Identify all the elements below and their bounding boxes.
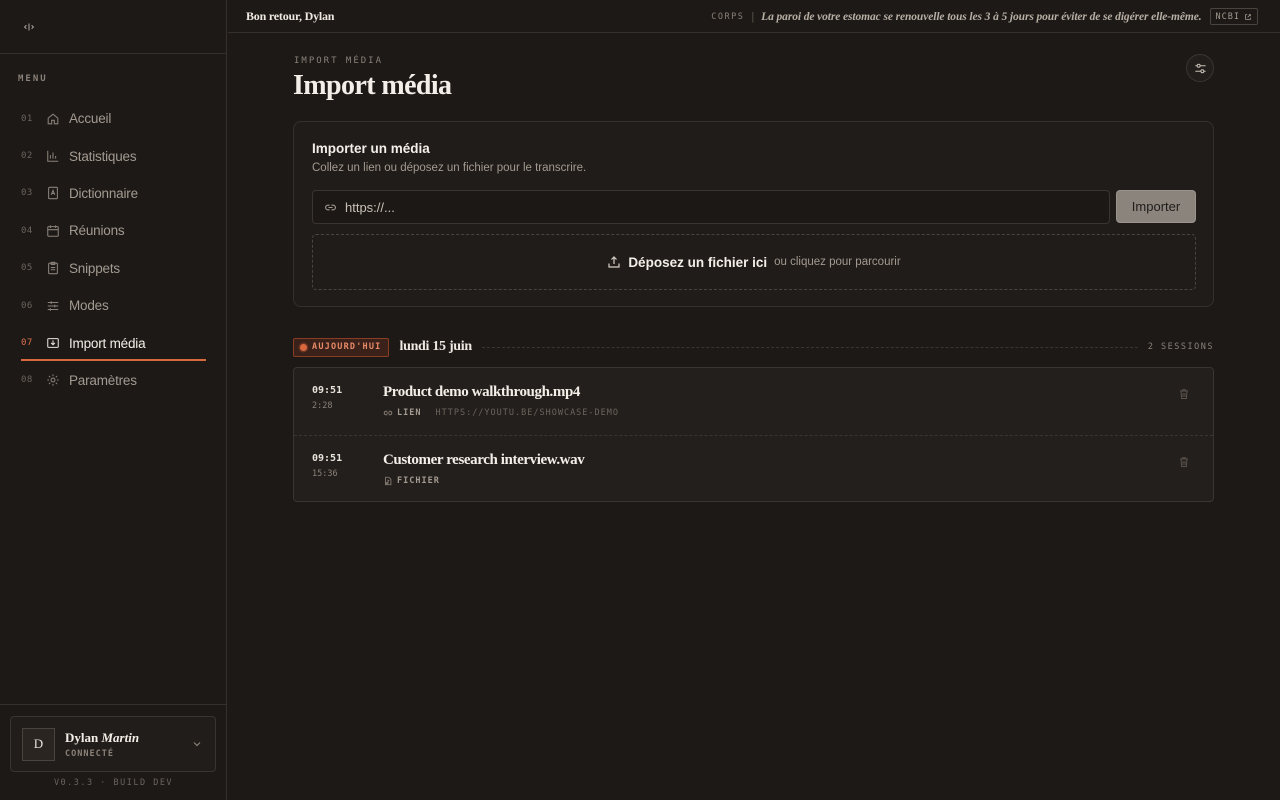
import-icon bbox=[46, 336, 60, 350]
sidebar-footer: D Dylan Martin CONNECTÉ V0.3.3 · BUILD D… bbox=[0, 704, 227, 800]
user-name: Dylan Martin bbox=[65, 730, 139, 746]
nav-number: 01 bbox=[21, 113, 33, 124]
sidebar-header bbox=[0, 0, 226, 54]
upload-icon bbox=[608, 256, 620, 268]
nav-number: 06 bbox=[21, 300, 33, 311]
book-icon bbox=[46, 186, 60, 200]
session-time: 09:51 bbox=[312, 385, 343, 396]
dropzone-hint: ou cliquez pour parcourir bbox=[774, 256, 901, 268]
session-row[interactable]: 09:51 15:36 Customer research interview.… bbox=[294, 435, 1213, 501]
nav-number: 03 bbox=[21, 188, 33, 199]
url-field bbox=[312, 190, 1110, 224]
app-version: V0.3.3 · BUILD DEV bbox=[53, 778, 174, 788]
sidebar-item-snippets[interactable]: 05 Snippets bbox=[0, 250, 227, 287]
session-meta: LIEN HTTPS://YOUTU.BE/SHOWCASE-DEMO bbox=[383, 408, 619, 418]
sidebar-item-accueil[interactable]: 01 Accueil bbox=[0, 100, 227, 137]
user-first-name: Dylan bbox=[65, 729, 99, 745]
session-list: 09:51 2:28 Product demo walkthrough.mp4 … bbox=[293, 367, 1214, 502]
sliders-icon bbox=[1194, 63, 1206, 73]
user-info: Dylan Martin CONNECTÉ bbox=[65, 730, 139, 759]
session-title: Customer research interview.wav bbox=[383, 452, 585, 468]
clipboard-icon bbox=[46, 261, 60, 275]
bar-chart-icon bbox=[46, 149, 60, 163]
external-link-icon bbox=[1245, 13, 1251, 20]
import-card: Importer un média Collez un lien ou dépo… bbox=[293, 121, 1214, 307]
sidebar-nav: 01 Accueil 02 Statistiques 03 Dictionnai… bbox=[0, 100, 227, 399]
fact-separator: | bbox=[751, 10, 755, 23]
sliders-icon bbox=[46, 299, 60, 313]
nav-number: 07 bbox=[21, 338, 33, 349]
user-status: CONNECTÉ bbox=[65, 748, 114, 759]
dropzone-label: Déposez un fichier ici bbox=[628, 254, 768, 270]
fact-source-link[interactable]: NCBI bbox=[1209, 8, 1258, 25]
chevron-down-icon bbox=[193, 742, 201, 747]
sidebar-item-label: Réunions bbox=[69, 223, 125, 239]
trash-icon[interactable] bbox=[1178, 388, 1190, 400]
nav-number: 02 bbox=[21, 151, 33, 162]
filter-settings-button[interactable] bbox=[1186, 54, 1214, 82]
session-time: 09:51 bbox=[312, 453, 343, 464]
sidebar-item-label: Import média bbox=[69, 335, 146, 351]
session-duration: 2:28 bbox=[312, 401, 333, 411]
today-dot bbox=[300, 343, 307, 351]
calendar-icon bbox=[46, 224, 60, 238]
fact-category: CORPS bbox=[711, 11, 745, 22]
divider bbox=[481, 346, 1138, 348]
daily-fact: CORPS | La paroi de votre estomac se ren… bbox=[711, 0, 1258, 33]
app-logo-icon[interactable] bbox=[22, 20, 36, 34]
link-icon bbox=[325, 204, 336, 210]
day-header: AUJOURD'HUI lundi 15 juin 2 SESSIONS bbox=[293, 337, 1214, 357]
page-eyebrow: IMPORT MÉDIA bbox=[294, 56, 384, 66]
home-icon bbox=[46, 112, 60, 126]
session-count: 2 SESSIONS bbox=[1147, 342, 1214, 352]
nav-number: 05 bbox=[21, 263, 33, 274]
session-meta: FICHIER bbox=[383, 476, 454, 486]
session-title: Product demo walkthrough.mp4 bbox=[383, 384, 581, 400]
sidebar-item-import-media[interactable]: 07 Import média bbox=[0, 324, 227, 362]
session-source-type: LIEN bbox=[397, 408, 422, 418]
avatar: D bbox=[22, 727, 55, 761]
import-card-subtitle: Collez un lien ou déposez un fichier pou… bbox=[312, 162, 587, 174]
page-title: Import média bbox=[293, 70, 452, 101]
today-badge-label: AUJOURD'HUI bbox=[312, 342, 382, 352]
import-card-title: Importer un média bbox=[312, 141, 430, 156]
welcome-message: Bon retour, Dylan bbox=[246, 8, 335, 23]
user-menu[interactable]: D Dylan Martin CONNECTÉ bbox=[10, 716, 216, 772]
sidebar-item-parametres[interactable]: 08 Paramètres bbox=[0, 362, 227, 399]
audio-file-icon bbox=[385, 476, 392, 486]
sidebar: MENU 01 Accueil 02 Statistiques 03 Dicti… bbox=[0, 0, 227, 800]
user-last-name: Martin bbox=[101, 729, 140, 745]
trash-icon[interactable] bbox=[1178, 456, 1190, 468]
sidebar-item-statistiques[interactable]: 02 Statistiques bbox=[0, 137, 227, 174]
sidebar-item-reunions[interactable]: 04 Réunions bbox=[0, 212, 227, 249]
url-input[interactable] bbox=[345, 199, 1109, 215]
sidebar-item-modes[interactable]: 06 Modes bbox=[0, 287, 227, 324]
sidebar-item-label: Accueil bbox=[69, 111, 112, 127]
session-source-url[interactable]: HTTPS://YOUTU.BE/SHOWCASE-DEMO bbox=[435, 408, 619, 418]
today-badge: AUJOURD'HUI bbox=[293, 337, 389, 357]
link-icon bbox=[383, 410, 393, 416]
gear-icon bbox=[46, 373, 60, 387]
session-row[interactable]: 09:51 2:28 Product demo walkthrough.mp4 … bbox=[294, 368, 1213, 435]
day-date: lundi 15 juin bbox=[399, 339, 473, 354]
fact-text: La paroi de votre estomac se renouvelle … bbox=[761, 10, 1202, 23]
menu-label: MENU bbox=[18, 74, 48, 84]
import-button[interactable]: Importer bbox=[1116, 190, 1196, 223]
sidebar-item-dictionnaire[interactable]: 03 Dictionnaire bbox=[0, 175, 227, 212]
file-dropzone[interactable]: Déposez un fichier ici ou cliquez pour p… bbox=[312, 234, 1196, 290]
top-bar: Bon retour, Dylan CORPS | La paroi de vo… bbox=[228, 0, 1280, 33]
sidebar-item-label: Paramètres bbox=[69, 372, 137, 388]
session-source-type: FICHIER bbox=[397, 476, 440, 486]
session-duration: 15:36 bbox=[312, 469, 338, 479]
nav-number: 04 bbox=[21, 225, 33, 236]
sidebar-item-label: Dictionnaire bbox=[69, 185, 138, 201]
nav-number: 08 bbox=[21, 375, 33, 386]
sidebar-item-label: Statistiques bbox=[69, 148, 137, 164]
fact-source-label: NCBI bbox=[1215, 11, 1240, 22]
sidebar-item-label: Snippets bbox=[69, 260, 120, 276]
sidebar-item-label: Modes bbox=[69, 298, 109, 314]
